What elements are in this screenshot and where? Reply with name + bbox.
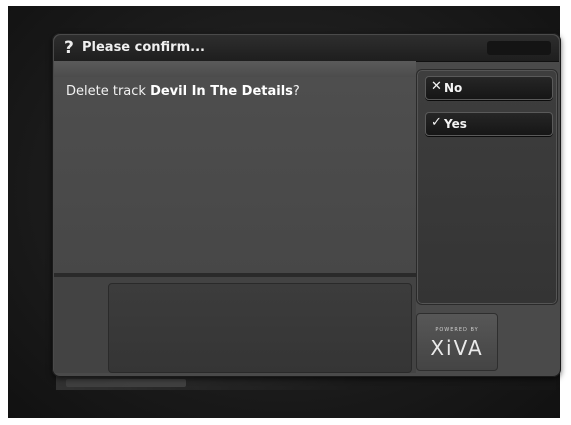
dialog-title: Please confirm...: [82, 40, 205, 55]
confirm-message: Delete track Devil In The Details?: [66, 84, 300, 99]
title-bar-cap: [487, 41, 551, 55]
xiva-logo: POWERED BY XiVA: [416, 313, 498, 371]
confirm-dialog: ? Please confirm... Delete track Devil I…: [52, 33, 561, 377]
checkmark-icon: ✓: [431, 115, 442, 130]
yes-label: Yes: [444, 117, 467, 131]
x-icon: ✕: [431, 79, 442, 94]
info-panel: [108, 283, 412, 373]
question-mark-icon: ?: [64, 38, 74, 58]
tv-screen: ? Please confirm... Delete track Devil I…: [8, 6, 561, 418]
message-area: [54, 77, 416, 273]
header-band: [54, 61, 416, 77]
message-suffix: ?: [292, 84, 300, 99]
strip-segment: [66, 379, 186, 387]
no-button[interactable]: ✕ No: [425, 76, 553, 100]
no-label: No: [444, 81, 463, 95]
logo-brand: XiVA: [430, 336, 484, 360]
track-name: Devil In The Details: [150, 84, 293, 99]
message-prefix: Delete track: [66, 84, 151, 99]
options-panel: ✕ No ✓ Yes: [416, 69, 558, 305]
bottom-status-strip: [56, 376, 556, 390]
yes-button[interactable]: ✓ Yes: [425, 112, 553, 136]
logo-powered-by: POWERED BY: [435, 327, 479, 333]
dialog-title-bar: ? Please confirm...: [54, 35, 559, 62]
